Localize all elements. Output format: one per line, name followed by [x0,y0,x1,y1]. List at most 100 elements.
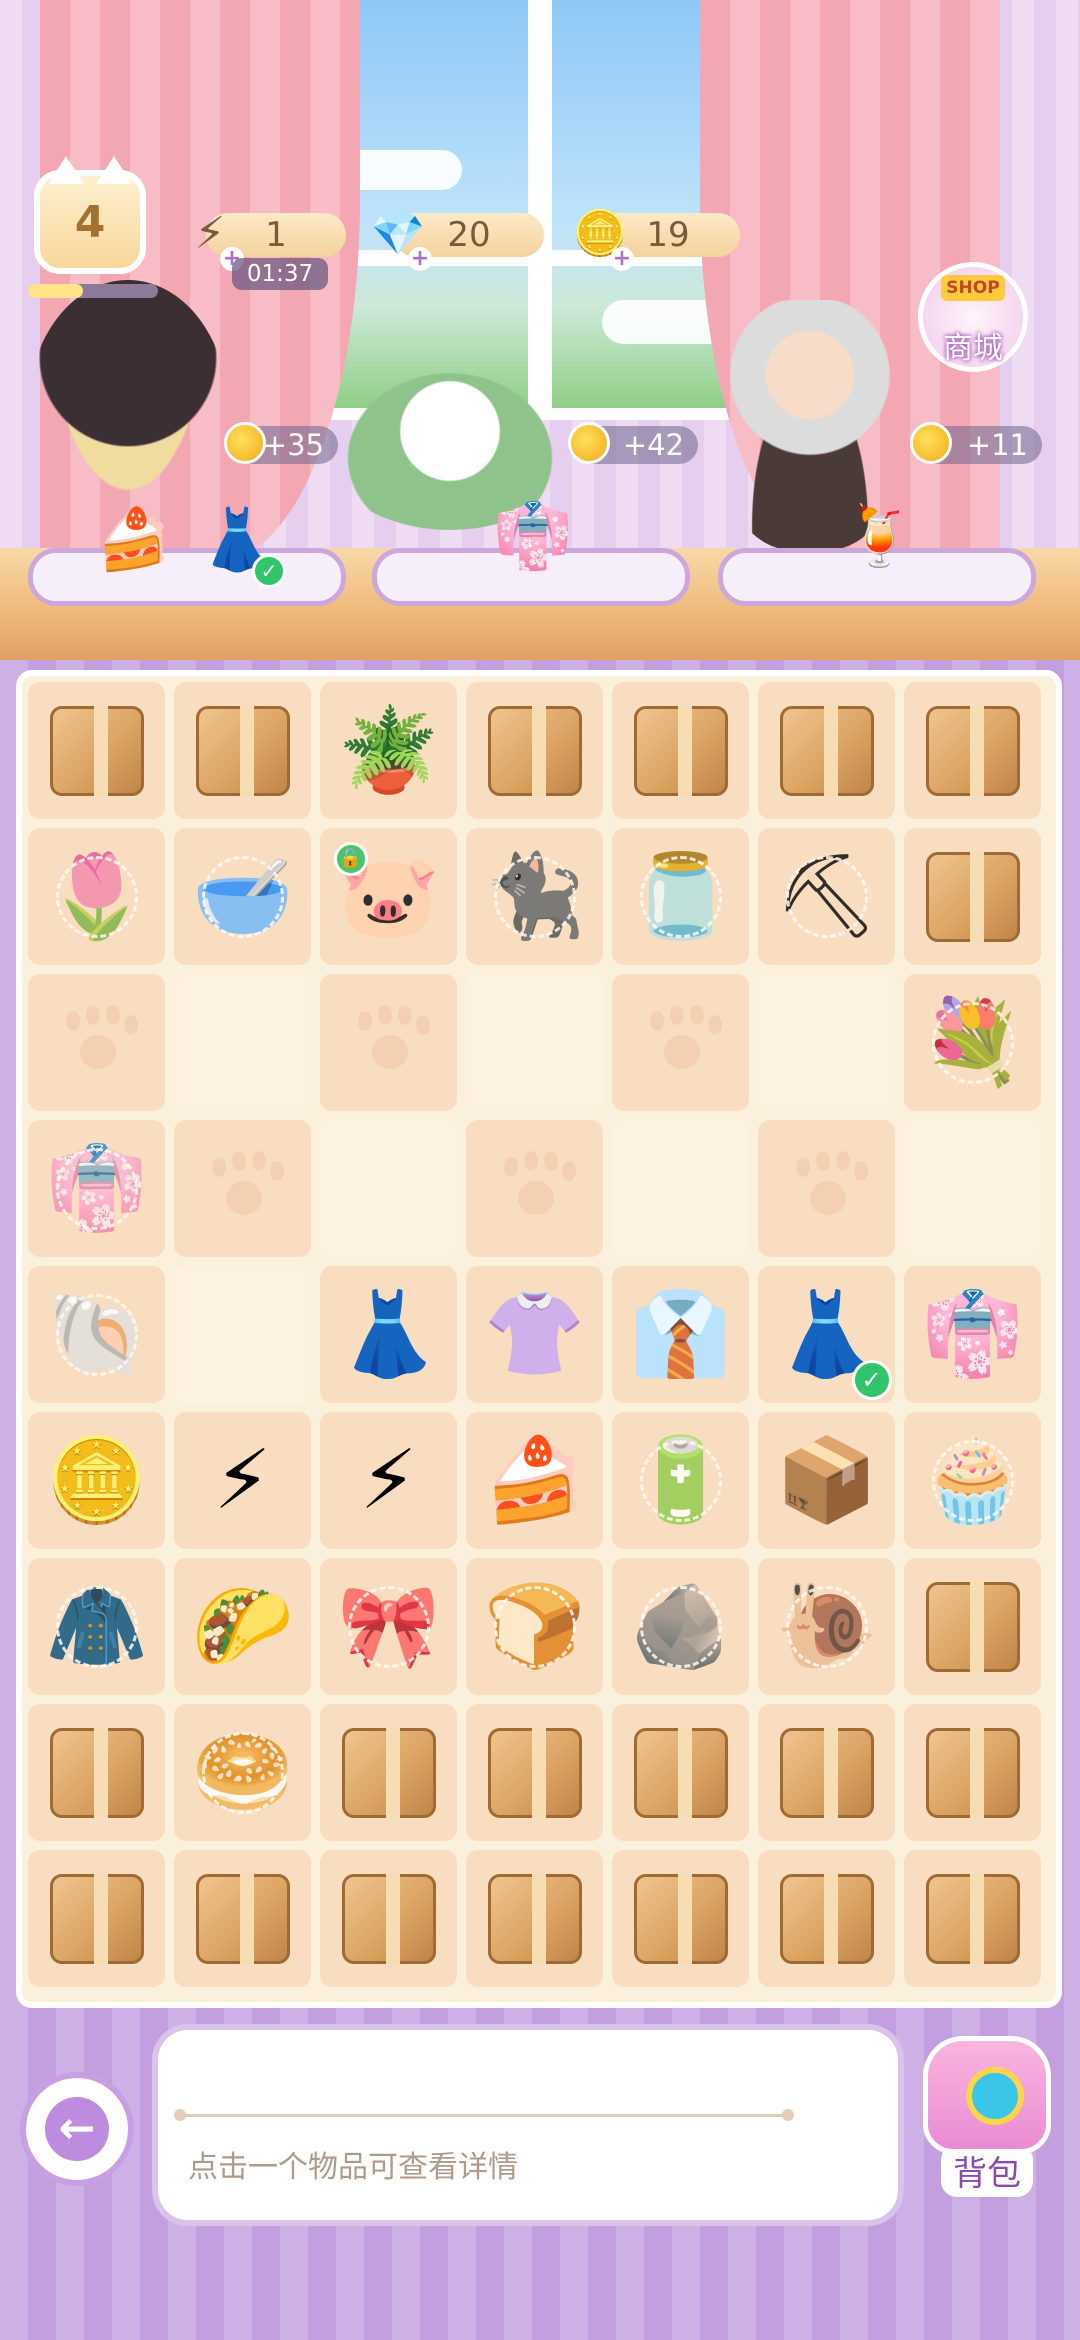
cardboard-box-icon[interactable] [622,692,740,810]
board-cell[interactable] [612,1850,749,1987]
energy-counter[interactable]: ⚡ + 1 [195,208,346,271]
gray-coat-icon[interactable]: 🧥 [38,1568,156,1686]
board-cell[interactable] [320,1120,457,1257]
cardboard-box-icon[interactable] [914,1568,1032,1686]
board-cell[interactable]: 🪙 [28,1412,165,1549]
board-cell[interactable]: 🐷 🔓 [320,828,457,965]
board-cell[interactable] [758,1704,895,1841]
watering-can-icon[interactable]: 🪴 [330,692,448,810]
board-cell[interactable]: 🪨 [612,1558,749,1695]
cardboard-box-icon[interactable] [476,1860,594,1978]
board-cell[interactable]: 🌮 [174,1558,311,1695]
board-cell[interactable]: ⚡ [174,1412,311,1549]
board-cell[interactable] [28,682,165,819]
cardboard-box-icon[interactable] [914,1860,1032,1978]
board-cell[interactable]: 🐌 [758,1558,895,1695]
energy-2-icon[interactable]: ⚡ [184,1422,302,1540]
board-cell[interactable] [466,682,603,819]
order-item-cake[interactable]: 🍰 [92,498,176,582]
cardboard-box-icon[interactable] [184,692,302,810]
cardboard-box-icon[interactable] [768,692,886,810]
cardboard-box-icon[interactable] [38,1860,156,1978]
coin-icon[interactable]: 🪙 [38,1422,156,1540]
ammonite-icon[interactable]: 🐌 [768,1568,886,1686]
board-cell[interactable] [466,1704,603,1841]
board-cell[interactable] [612,974,749,1111]
board-cell[interactable] [174,974,311,1111]
board-cell[interactable]: 👗 [320,1266,457,1403]
cardboard-box-icon[interactable] [914,838,1032,956]
board-cell[interactable] [612,1120,749,1257]
kimono-webbed-icon[interactable]: 👘 [38,1130,156,1248]
board-cell[interactable]: 👚 [466,1266,603,1403]
cardboard-box-icon[interactable] [768,1714,886,1832]
board-cell[interactable] [758,1850,895,1987]
add-gems-icon[interactable]: + [408,247,432,271]
purple-stone-icon[interactable]: 🪨 [622,1568,740,1686]
board-cell[interactable] [174,1120,311,1257]
cardboard-box-icon[interactable] [914,692,1032,810]
cardboard-box-icon[interactable] [914,1714,1032,1832]
board-cell[interactable]: ⛏ [758,828,895,965]
board-cell[interactable] [174,682,311,819]
board-cell[interactable] [320,1704,457,1841]
order-item-pink-dress[interactable]: 👗 ✓ [196,498,286,588]
board-cell[interactable]: 🧥 [28,1558,165,1695]
board-cell[interactable] [174,1850,311,1987]
board-cell[interactable]: 👔 [612,1266,749,1403]
add-coins-icon[interactable]: + [610,247,634,271]
board-cell[interactable] [466,1850,603,1987]
cat-icon[interactable]: 🐈‍⬛ [476,838,594,956]
board-cell[interactable]: ⚡ [320,1412,457,1549]
board-cell[interactable]: 💐 [904,974,1041,1111]
board-cell[interactable] [28,1850,165,1987]
board-cell[interactable] [174,1266,311,1403]
board-cell[interactable] [904,1120,1041,1257]
board-cell[interactable]: 👘 [28,1120,165,1257]
board-cell[interactable]: 🐚 [28,1266,165,1403]
gem-counter[interactable]: 💎 + 20 [371,208,544,271]
flower-bouquet-icon[interactable]: 💐 [914,984,1032,1102]
piggy-bank-icon[interactable]: 🐷 🔓 [330,838,448,956]
board-cell[interactable] [612,1704,749,1841]
bagel-icon[interactable]: 🥯 [184,1714,302,1832]
board-cell[interactable]: 🔋 [612,1412,749,1549]
taco-hamster-icon[interactable]: 🌮 [184,1568,302,1686]
energy-rack-icon[interactable]: 🔋 [622,1422,740,1540]
order-item-strawberry-drink[interactable]: 🍹 [838,494,922,578]
coin-counter[interactable]: 🪙 + 19 [573,208,740,271]
board-cell[interactable] [904,1704,1041,1841]
cardboard-box-icon[interactable] [768,1860,886,1978]
board-cell[interactable] [28,1704,165,1841]
board-cell[interactable] [612,682,749,819]
board-cell[interactable] [320,1850,457,1987]
board-cell[interactable]: 🫙 [612,828,749,965]
bag-button[interactable]: 背包 [912,2036,1062,2208]
cardboard-box-icon[interactable] [184,1860,302,1978]
board-cell[interactable] [758,682,895,819]
cardboard-box-icon[interactable] [330,1860,448,1978]
board-cell[interactable] [466,974,603,1111]
board-cell[interactable]: 🪴 [320,682,457,819]
board-cell[interactable] [904,1558,1041,1695]
cardboard-box-icon[interactable] [476,1714,594,1832]
bowl-brown-icon[interactable]: 🥣 [184,838,302,956]
shovel-icon[interactable]: ⛏ [768,838,886,956]
bowl-teal-icon[interactable]: 🫙 [622,838,740,956]
green-outfit-icon[interactable]: 👚 [476,1276,594,1394]
cardboard-box-icon[interactable] [476,692,594,810]
cardboard-box-icon[interactable] [38,1714,156,1832]
board-cell[interactable]: 🍞 [466,1558,603,1695]
board-cell[interactable]: 🍰 [466,1412,603,1549]
pink-dress-icon[interactable]: 👗 ✓ [768,1276,892,1400]
back-button[interactable]: ← [20,2072,134,2186]
board-cell[interactable] [758,1120,895,1257]
board-cell[interactable] [466,1120,603,1257]
board-cell[interactable]: 📦 [758,1412,895,1549]
board-cell[interactable]: 👗 ✓ [758,1266,895,1403]
cardboard-box-icon[interactable] [622,1714,740,1832]
board-cell[interactable] [28,974,165,1111]
energy-box-icon[interactable]: 📦 [768,1422,886,1540]
tulip-icon[interactable]: 🌷 [38,838,156,956]
pearl-shell-icon[interactable]: 🐚 [38,1276,156,1394]
